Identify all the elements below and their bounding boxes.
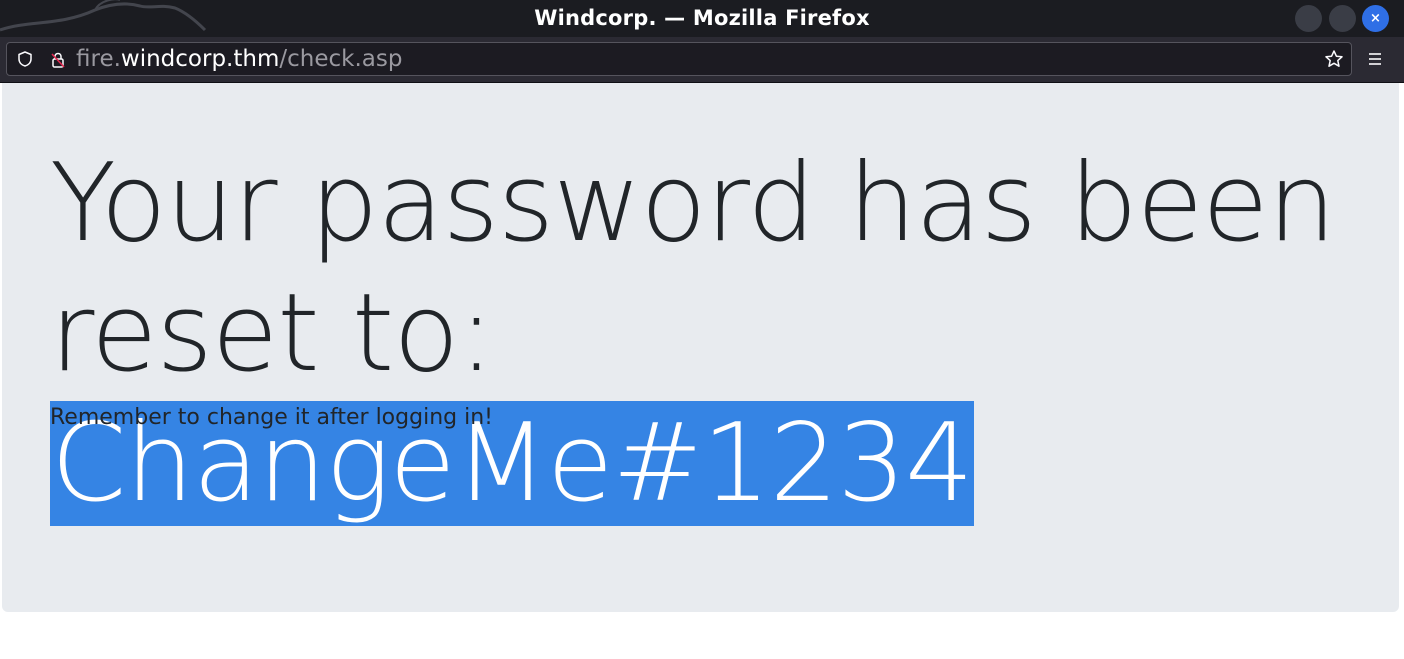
close-icon: × [1370, 11, 1381, 26]
title-bar: Windcorp. — Mozilla Firefox × [0, 0, 1404, 37]
url-text[interactable]: fire.windcorp.thm/check.asp [76, 43, 402, 75]
url-subdomain: fire. [76, 46, 121, 72]
hamburger-menu-icon[interactable] [1362, 47, 1388, 71]
browser-window: Windcorp. — Mozilla Firefox × fire.windc… [0, 0, 1404, 659]
maximize-button[interactable] [1329, 5, 1356, 32]
insecure-lock-icon[interactable] [49, 51, 67, 69]
password-reset-heading: Your password has been reset to: ChangeM… [50, 139, 1390, 529]
jumbotron: Your password has been reset to: ChangeM… [2, 83, 1399, 612]
minimize-button[interactable] [1295, 5, 1322, 32]
url-path: /check.asp [279, 46, 403, 72]
window-title: Windcorp. — Mozilla Firefox [534, 6, 870, 30]
url-domain: windcorp.thm [120, 46, 280, 72]
url-bar[interactable]: fire.windcorp.thm/check.asp [6, 42, 1352, 76]
close-button[interactable]: × [1362, 5, 1389, 32]
reminder-text: Remember to change it after logging in! [50, 405, 493, 430]
page-content: Your password has been reset to: ChangeM… [0, 83, 1404, 659]
shield-icon[interactable] [17, 51, 33, 67]
heading-text: Your password has been reset to: [50, 141, 1336, 396]
navigation-bar: fire.windcorp.thm/check.asp [0, 37, 1404, 83]
bookmark-star-icon[interactable] [1324, 49, 1344, 69]
